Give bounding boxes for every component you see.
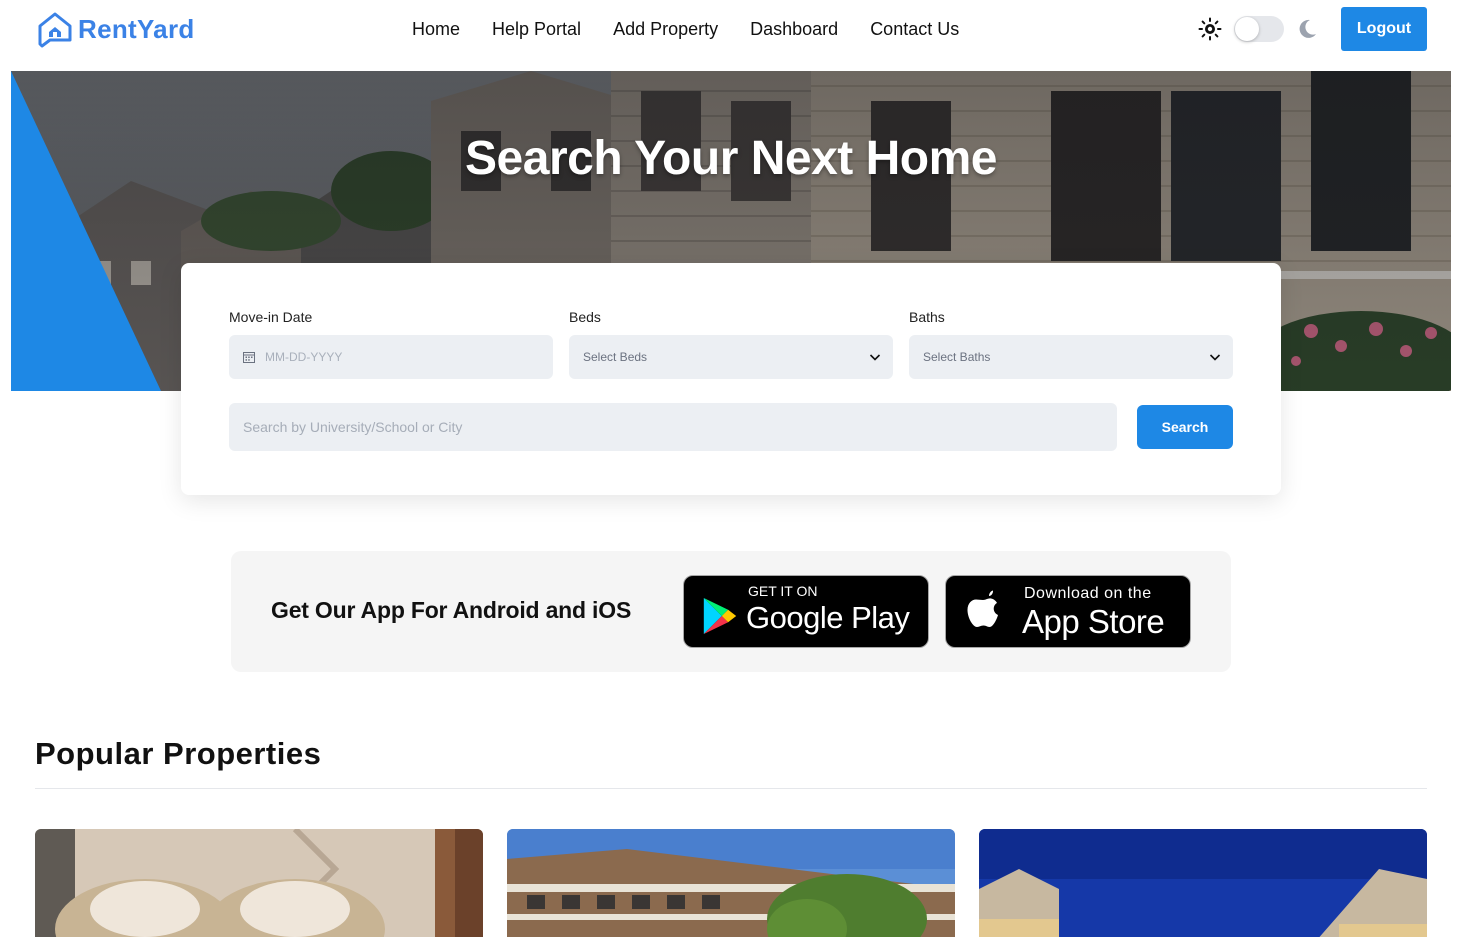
theme-toggle[interactable] bbox=[1234, 16, 1284, 42]
baths-select-value: Select Baths bbox=[923, 350, 991, 364]
google-play-small-text: GET IT ON bbox=[748, 583, 818, 599]
nav-contact-us[interactable]: Contact Us bbox=[854, 18, 975, 40]
nav-help-portal[interactable]: Help Portal bbox=[476, 18, 597, 40]
search-button[interactable]: Search bbox=[1137, 405, 1233, 449]
property-photo-chairs bbox=[35, 829, 483, 937]
top-header: RentYard Home Help Portal Add Property D… bbox=[0, 0, 1470, 70]
app-store-big-text: App Store bbox=[1022, 603, 1165, 640]
beds-label: Beds bbox=[569, 309, 601, 325]
baths-select[interactable]: Select Baths bbox=[909, 335, 1233, 379]
sun-icon[interactable] bbox=[1198, 17, 1222, 41]
beds-select-value: Select Beds bbox=[583, 350, 648, 364]
chevron-down-icon bbox=[1209, 354, 1221, 361]
apple-icon bbox=[967, 590, 998, 627]
nav-dashboard[interactable]: Dashboard bbox=[734, 18, 854, 40]
property-card-image[interactable] bbox=[979, 829, 1427, 937]
page: RentYard Home Help Portal Add Property D… bbox=[0, 0, 1470, 937]
beds-select[interactable]: Select Beds bbox=[569, 335, 893, 379]
section-divider bbox=[35, 788, 1427, 789]
baths-label: Baths bbox=[909, 309, 945, 325]
google-play-icon bbox=[703, 598, 737, 634]
main-nav: Home Help Portal Add Property Dashboard … bbox=[412, 18, 975, 40]
hero-title: Search Your Next Home bbox=[465, 132, 997, 185]
property-photo-night bbox=[979, 829, 1427, 937]
chevron-down-icon bbox=[869, 354, 881, 361]
moon-icon[interactable] bbox=[1296, 18, 1318, 40]
move-in-date-placeholder: MM-DD-YYYY bbox=[265, 350, 343, 364]
nav-home[interactable]: Home bbox=[412, 18, 476, 40]
toggle-knob bbox=[1235, 17, 1259, 41]
logo[interactable]: RentYard bbox=[36, 10, 195, 48]
property-card-image[interactable] bbox=[507, 829, 955, 937]
app-download-banner: Get Our App For Android and iOS GET IT O… bbox=[231, 551, 1231, 672]
search-card: Move-in Date MM-DD-YYYY Beds Select Beds… bbox=[181, 263, 1281, 495]
app-store-badge[interactable]: Download on the App Store bbox=[945, 575, 1191, 648]
logout-button[interactable]: Logout bbox=[1341, 7, 1427, 51]
theme-switcher bbox=[1198, 16, 1318, 42]
logo-text: RentYard bbox=[78, 13, 195, 44]
nav-add-property[interactable]: Add Property bbox=[597, 18, 734, 40]
calendar-icon bbox=[243, 352, 255, 363]
google-play-big-text: Google Play bbox=[746, 600, 910, 635]
google-play-badge[interactable]: GET IT ON Google Play bbox=[683, 575, 929, 648]
property-card-image[interactable] bbox=[35, 829, 483, 937]
house-chat-icon bbox=[38, 12, 72, 48]
move-in-date-label: Move-in Date bbox=[229, 309, 313, 325]
property-photo-building bbox=[507, 829, 955, 937]
location-search-input[interactable] bbox=[229, 403, 1117, 451]
app-store-small-text: Download on the bbox=[1024, 585, 1152, 602]
move-in-date-input[interactable]: MM-DD-YYYY bbox=[229, 335, 553, 379]
app-banner-text: Get Our App For Android and iOS bbox=[271, 597, 632, 623]
popular-properties-title: Popular Properties bbox=[35, 736, 322, 771]
